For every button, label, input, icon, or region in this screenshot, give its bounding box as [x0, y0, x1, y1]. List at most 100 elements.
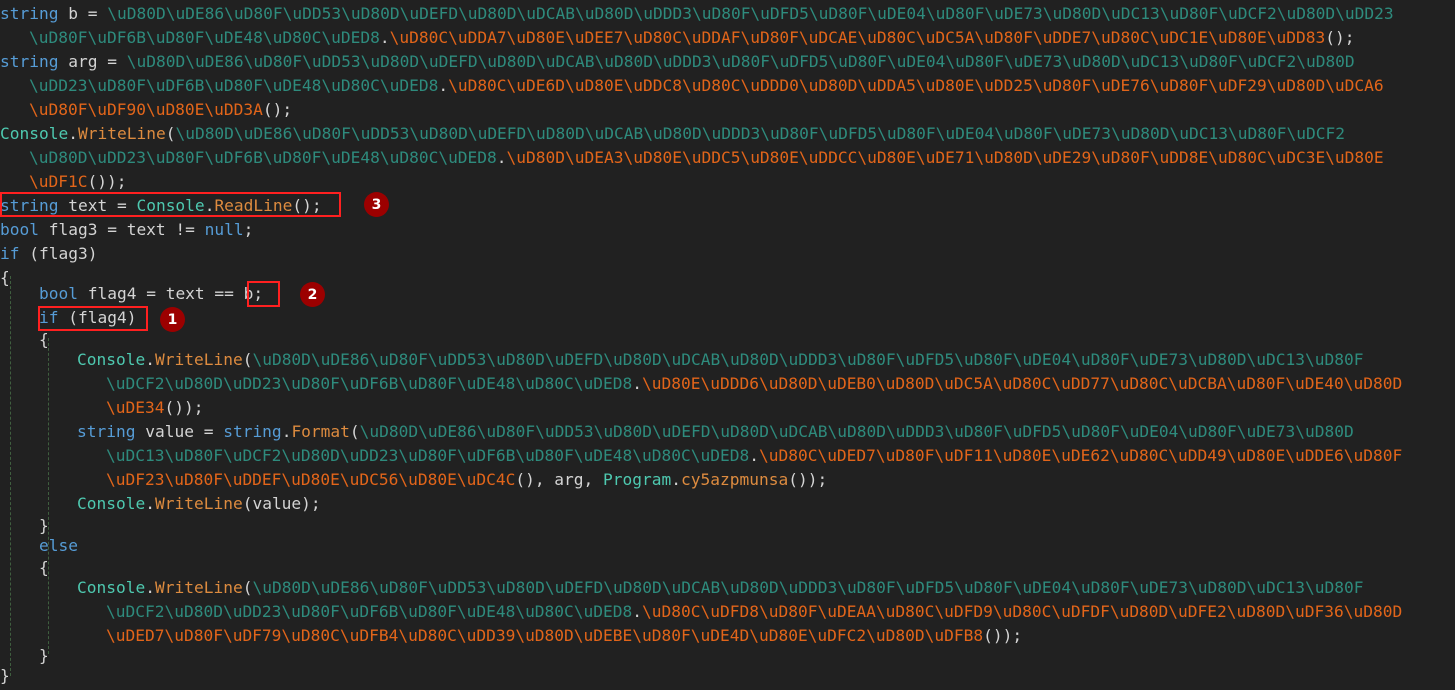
code-line[interactable]: }: [0, 664, 10, 688]
code-token: b =: [58, 4, 108, 23]
code-line[interactable]: \uDD23\uD80F\uDF6B\uD80F\uDE48\uD80C\uDE…: [0, 74, 1384, 98]
code-token: flag3 = text !=: [38, 220, 205, 239]
code-token: ();: [262, 100, 293, 119]
code-token: \uD80D\uDE86\uD80F\uDD53\uD80D\uDEFD\uD8…: [252, 578, 1364, 597]
code-token: \uD80C\uDDA7\uD80E\uDEE7\uD80C\uDDAF\uD8…: [389, 28, 1326, 47]
code-token: (: [242, 350, 253, 369]
code-token: ());: [788, 470, 828, 489]
code-line[interactable]: \uDCF2\uD80D\uDD23\uD80F\uDF6B\uD80F\uDE…: [0, 372, 1402, 396]
code-token: \uDCF2\uD80D\uDD23\uD80F\uDF6B\uD80F\uDE…: [106, 602, 633, 621]
code-line[interactable]: \uD80D\uDD23\uD80F\uDF6B\uD80F\uDE48\uD8…: [0, 146, 1384, 170]
code-token: .: [632, 602, 643, 621]
code-token: \uD80D\uDE86\uD80F\uDD53\uD80D\uDEFD\uD8…: [252, 350, 1364, 369]
code-line[interactable]: \uDF23\uD80F\uDDEF\uD80E\uDC56\uD80E\uDC…: [0, 468, 827, 492]
code-token: text =: [58, 196, 137, 215]
code-token: (value);: [242, 494, 321, 513]
annotation-badge: 1: [160, 307, 185, 332]
code-token: .: [145, 578, 155, 597]
code-token: .: [281, 422, 292, 441]
code-token: Console: [77, 350, 146, 369]
code-line[interactable]: string arg = \uD80D\uDE86\uD80F\uDD53\uD…: [0, 50, 1355, 74]
code-token: string: [223, 422, 282, 441]
code-token: }: [0, 666, 10, 685]
code-line[interactable]: bool flag4 = text == b;: [0, 282, 263, 306]
code-token: Console: [77, 578, 146, 597]
code-token: Console: [136, 196, 205, 215]
code-token: \uD80C\uDED7\uD80F\uDF11\uD80E\uDE62\uD8…: [758, 446, 1403, 465]
code-token: string: [0, 196, 59, 215]
code-token: null: [204, 220, 244, 239]
code-token: WriteLine: [154, 350, 243, 369]
code-token: {: [39, 330, 49, 349]
code-line[interactable]: bool flag3 = text != null;: [0, 218, 253, 242]
code-line[interactable]: else: [0, 534, 78, 558]
code-token: \uD80F\uDF90\uD80E\uDD3A: [29, 100, 263, 119]
code-token: \uDE34: [106, 398, 165, 417]
code-token: Format: [291, 422, 350, 441]
annotation-badge: 3: [364, 192, 389, 217]
code-token: .: [496, 148, 507, 167]
annotation-badge: 2: [300, 282, 325, 307]
code-line[interactable]: Console.WriteLine(\uD80D\uDE86\uD80F\uDD…: [0, 348, 1363, 372]
code-line[interactable]: if (flag3): [0, 242, 97, 266]
code-token: \uDF23\uD80F\uDDEF\uD80E\uDC56\uD80E\uDC…: [106, 470, 516, 489]
code-token: ;: [243, 220, 254, 239]
code-token: string: [77, 422, 136, 441]
code-token: if: [0, 244, 20, 263]
code-token: string: [0, 4, 59, 23]
code-token: cy5azpmunsa: [681, 470, 789, 489]
code-token: Program: [603, 470, 672, 489]
code-token: Console: [0, 124, 69, 143]
code-token: \uD80D\uDD23\uD80F\uDF6B\uD80F\uDE48\uD8…: [29, 148, 497, 167]
code-line[interactable]: \uDF1C());: [0, 170, 126, 194]
code-token: }: [39, 646, 49, 665]
code-line[interactable]: Console.WriteLine(\uD80D\uDE86\uD80F\uDD…: [0, 576, 1363, 600]
code-token: \uDF1C: [29, 172, 88, 191]
code-line[interactable]: string value = string.Format(\uD80D\uDE8…: [0, 420, 1354, 444]
code-token: (: [349, 422, 360, 441]
code-line[interactable]: string b = \uD80D\uDE86\uD80F\uDD53\uD80…: [0, 2, 1394, 26]
code-token: \uD80D\uDE86\uD80F\uDD53\uD80D\uDEFD\uD8…: [126, 52, 1355, 71]
code-token: (: [165, 124, 176, 143]
code-token: \uD80F\uDF6B\uD80F\uDE48\uD80C\uDED8: [29, 28, 380, 47]
code-line[interactable]: \uD80F\uDF90\uD80E\uDD3A();: [0, 98, 292, 122]
code-token: (flag3): [19, 244, 98, 263]
code-token: string: [0, 52, 59, 71]
code-token: \uDED7\uD80F\uDF79\uD80C\uDFB4\uD80C\uDD…: [106, 626, 984, 645]
code-line[interactable]: \uDE34());: [0, 396, 203, 420]
code-token: ();: [292, 196, 322, 215]
code-line[interactable]: if (flag4): [0, 306, 136, 330]
code-token: .: [632, 374, 643, 393]
code-token: }: [39, 516, 49, 535]
code-line[interactable]: \uD80F\uDF6B\uD80F\uDE48\uD80C\uDED8.\uD…: [0, 26, 1354, 50]
code-token: \uD80D\uDE86\uD80F\uDD53\uD80D\uDEFD\uD8…: [359, 422, 1354, 441]
code-token: .: [68, 124, 78, 143]
code-token: .: [671, 470, 682, 489]
code-line[interactable]: Console.WriteLine(\uD80D\uDE86\uD80F\uDD…: [0, 122, 1345, 146]
code-token: \uD80D\uDE86\uD80F\uDD53\uD80D\uDEFD\uD8…: [107, 4, 1394, 23]
code-token: \uDCF2\uD80D\uDD23\uD80F\uDF6B\uD80F\uDE…: [106, 374, 633, 393]
code-viewer[interactable]: string b = \uD80D\uDE86\uD80F\uDD53\uD80…: [0, 0, 1455, 690]
code-token: ());: [983, 626, 1023, 645]
code-token: .: [438, 76, 449, 95]
code-line[interactable]: Console.WriteLine(value);: [0, 492, 321, 516]
code-line[interactable]: \uDCF2\uD80D\uDD23\uD80F\uDF6B\uD80F\uDE…: [0, 600, 1402, 624]
code-line[interactable]: string text = Console.ReadLine();: [0, 194, 322, 218]
code-token: .: [379, 28, 390, 47]
code-token: (flag4): [58, 308, 137, 327]
code-token: ReadLine: [214, 196, 293, 215]
code-line[interactable]: \uDC13\uD80F\uDCF2\uD80D\uDD23\uD80F\uDF…: [0, 444, 1402, 468]
code-token: .: [145, 350, 155, 369]
code-line[interactable]: \uDED7\uD80F\uDF79\uD80C\uDFB4\uD80C\uDD…: [0, 624, 1022, 648]
code-token: ();: [1325, 28, 1355, 47]
code-token: (: [242, 578, 253, 597]
code-token: flag4 = text == b;: [77, 284, 264, 303]
code-token: .: [145, 494, 155, 513]
code-token: WriteLine: [154, 494, 243, 513]
code-token: arg =: [58, 52, 127, 71]
code-token: value =: [135, 422, 224, 441]
code-token: \uD80C\uDE6D\uD80E\uDDC8\uD80C\uDDD0\uD8…: [448, 76, 1384, 95]
code-token: .: [749, 446, 759, 465]
code-token: bool: [39, 284, 78, 303]
code-token: bool: [0, 220, 39, 239]
